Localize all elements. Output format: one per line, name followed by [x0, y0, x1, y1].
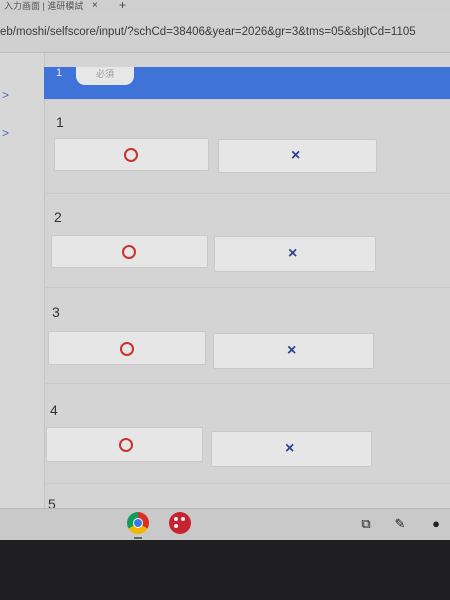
- question-block: 3 ×: [44, 287, 450, 384]
- status-icon[interactable]: ●: [428, 516, 444, 532]
- url-text[interactable]: eb/moshi/selfscore/input/?schCd=38406&ye…: [0, 26, 416, 38]
- correct-button[interactable]: [48, 331, 206, 365]
- question-number: 4: [50, 402, 58, 418]
- wrong-button[interactable]: ×: [211, 431, 372, 467]
- new-tab-button[interactable]: +: [119, 0, 126, 12]
- device-bezel: [0, 540, 450, 600]
- chevron-right-icon[interactable]: >: [2, 127, 9, 139]
- correct-button[interactable]: [51, 235, 208, 268]
- section-header: 1 必須: [44, 67, 450, 99]
- score-input-page: > > 1 必須 1 × 2 × 3 × 4 × 5: [0, 53, 450, 512]
- device-screen: 入力画面 | 進研模試 × + eb/moshi/selfscore/input…: [0, 0, 450, 540]
- wrong-button[interactable]: ×: [213, 333, 374, 369]
- sidebar: > >: [0, 53, 45, 508]
- chevron-right-icon[interactable]: >: [2, 89, 9, 101]
- system-shelf: ⧉ ✎ ●: [0, 508, 450, 540]
- question-number: 3: [52, 304, 60, 320]
- question-number: 1: [56, 114, 64, 130]
- palette-icon[interactable]: [169, 512, 191, 534]
- tab-close-icon[interactable]: ×: [92, 0, 98, 12]
- cross-icon: ×: [291, 147, 301, 164]
- circle-icon: [124, 148, 138, 162]
- required-badge: 必須: [76, 67, 134, 85]
- tab-title: 入力画面 | 進研模試: [4, 1, 84, 11]
- correct-button[interactable]: [46, 427, 203, 462]
- question-number: 2: [54, 209, 62, 225]
- browser-tab[interactable]: 入力画面 | 進研模試: [0, 0, 83, 14]
- cross-icon: ×: [288, 245, 298, 262]
- circle-icon: [119, 438, 133, 452]
- address-bar[interactable]: eb/moshi/selfscore/input/?schCd=38406&ye…: [0, 14, 450, 53]
- cross-icon: ×: [285, 440, 295, 457]
- cross-icon: ×: [287, 342, 297, 359]
- question-block: 1 ×: [44, 99, 450, 196]
- active-app-indicator: [134, 537, 142, 539]
- screen-capture-icon[interactable]: ⧉: [358, 516, 374, 532]
- question-block: 2 ×: [44, 193, 450, 290]
- wrong-button[interactable]: ×: [214, 236, 376, 272]
- wrong-button[interactable]: ×: [218, 139, 377, 173]
- section-number: 1: [56, 67, 63, 79]
- tab-strip: 入力画面 | 進研模試 × +: [0, 0, 450, 14]
- circle-icon: [120, 342, 134, 356]
- chrome-icon[interactable]: [127, 512, 149, 534]
- circle-icon: [122, 245, 136, 259]
- correct-button[interactable]: [54, 138, 209, 171]
- pen-icon[interactable]: ✎: [392, 516, 408, 532]
- question-block: 4 ×: [44, 383, 450, 484]
